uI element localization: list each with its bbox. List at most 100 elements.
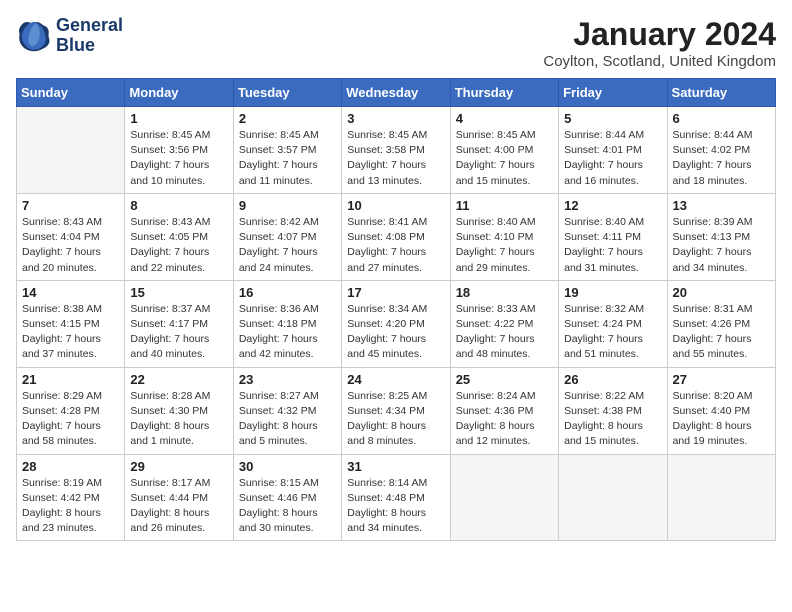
week-row-3: 14 Sunrise: 8:38 AMSunset: 4:15 PMDayligh… (17, 280, 776, 367)
logo-text: GeneralBlue (56, 16, 123, 56)
week-row-2: 7Sunrise: 8:43 AMSunset: 4:04 PMDaylight… (17, 193, 776, 280)
title-block: January 2024 Coylton, Scotland, United K… (543, 16, 776, 70)
weekday-header-saturday: Saturday (667, 79, 775, 107)
day-number: 5 (564, 111, 661, 126)
calendar-cell: 7Sunrise: 8:43 AMSunset: 4:04 PMDaylight… (17, 193, 125, 280)
day-info: Sunrise: 8:24 AMSunset: 4:36 PMDaylight:… (456, 389, 553, 450)
day-number: 19 (564, 285, 661, 300)
calendar-cell: 3 Sunrise: 8:45 AMSunset: 3:58 PMDaylight… (342, 107, 450, 194)
logo-icon (16, 18, 52, 54)
day-info: Sunrise: 8:40 AMSunset: 4:10 PMDaylight:… (456, 215, 553, 276)
day-info: Sunrise: 8:27 AMSunset: 4:32 PMDaylight:… (239, 389, 336, 450)
day-info: Sunrise: 8:43 AMSunset: 4:04 PMDaylight:… (22, 215, 119, 276)
calendar-cell: 20 Sunrise: 8:31 AMSunset: 4:26 PMDayligh… (667, 280, 775, 367)
day-info: Sunrise: 8:31 AMSunset: 4:26 PMDaylight:… (673, 302, 770, 363)
calendar-cell: 8Sunrise: 8:43 AMSunset: 4:05 PMDaylight… (125, 193, 233, 280)
calendar-cell: 22 Sunrise: 8:28 AMSunset: 4:30 PMDayligh… (125, 367, 233, 454)
page-header: GeneralBlue January 2024 Coylton, Scotla… (16, 16, 776, 70)
day-info: Sunrise: 8:45 AMSunset: 4:00 PMDaylight:… (456, 128, 553, 189)
calendar-cell: 25 Sunrise: 8:24 AMSunset: 4:36 PMDayligh… (450, 367, 558, 454)
day-number: 3 (347, 111, 444, 126)
weekday-header-friday: Friday (559, 79, 667, 107)
day-number: 6 (673, 111, 770, 126)
day-number: 18 (456, 285, 553, 300)
calendar-cell: 16 Sunrise: 8:36 AMSunset: 4:18 PMDayligh… (233, 280, 341, 367)
day-number: 13 (673, 198, 770, 213)
weekday-header-wednesday: Wednesday (342, 79, 450, 107)
day-info: Sunrise: 8:42 AMSunset: 4:07 PMDaylight:… (239, 215, 336, 276)
day-number: 14 (22, 285, 119, 300)
day-number: 24 (347, 372, 444, 387)
day-number: 9 (239, 198, 336, 213)
day-info: Sunrise: 8:43 AMSunset: 4:05 PMDaylight:… (130, 215, 227, 276)
day-info: Sunrise: 8:37 AMSunset: 4:17 PMDaylight:… (130, 302, 227, 363)
day-number: 30 (239, 459, 336, 474)
calendar-cell: 21 Sunrise: 8:29 AMSunset: 4:28 PMDayligh… (17, 367, 125, 454)
calendar-cell: 4 Sunrise: 8:45 AMSunset: 4:00 PMDaylight… (450, 107, 558, 194)
day-info: Sunrise: 8:44 AMSunset: 4:02 PMDaylight:… (673, 128, 770, 189)
day-number: 4 (456, 111, 553, 126)
calendar-cell: 2 Sunrise: 8:45 AMSunset: 3:57 PMDaylight… (233, 107, 341, 194)
day-number: 2 (239, 111, 336, 126)
day-info: Sunrise: 8:44 AMSunset: 4:01 PMDaylight:… (564, 128, 661, 189)
calendar-cell: 11 Sunrise: 8:40 AMSunset: 4:10 PMDayligh… (450, 193, 558, 280)
day-info: Sunrise: 8:32 AMSunset: 4:24 PMDaylight:… (564, 302, 661, 363)
calendar-cell: 30 Sunrise: 8:15 AMSunset: 4:46 PMDayligh… (233, 454, 341, 541)
location-title: Coylton, Scotland, United Kingdom (543, 53, 776, 70)
day-number: 21 (22, 372, 119, 387)
day-info: Sunrise: 8:20 AMSunset: 4:40 PMDaylight:… (673, 389, 770, 450)
day-info: Sunrise: 8:22 AMSunset: 4:38 PMDaylight:… (564, 389, 661, 450)
day-number: 17 (347, 285, 444, 300)
day-number: 10 (347, 198, 444, 213)
day-number: 23 (239, 372, 336, 387)
day-number: 11 (456, 198, 553, 213)
calendar-cell: 9 Sunrise: 8:42 AMSunset: 4:07 PMDaylight… (233, 193, 341, 280)
day-info: Sunrise: 8:36 AMSunset: 4:18 PMDaylight:… (239, 302, 336, 363)
day-info: Sunrise: 8:33 AMSunset: 4:22 PMDaylight:… (456, 302, 553, 363)
calendar-cell: 31 Sunrise: 8:14 AMSunset: 4:48 PMDayligh… (342, 454, 450, 541)
month-title: January 2024 (543, 16, 776, 53)
day-info: Sunrise: 8:38 AMSunset: 4:15 PMDaylight:… (22, 302, 119, 363)
day-number: 15 (130, 285, 227, 300)
calendar-cell: 17 Sunrise: 8:34 AMSunset: 4:20 PMDayligh… (342, 280, 450, 367)
day-info: Sunrise: 8:15 AMSunset: 4:46 PMDaylight:… (239, 476, 336, 537)
day-number: 28 (22, 459, 119, 474)
calendar-cell: 6 Sunrise: 8:44 AMSunset: 4:02 PMDaylight… (667, 107, 775, 194)
weekday-header-tuesday: Tuesday (233, 79, 341, 107)
day-info: Sunrise: 8:19 AMSunset: 4:42 PMDaylight:… (22, 476, 119, 537)
day-info: Sunrise: 8:17 AMSunset: 4:44 PMDaylight:… (130, 476, 227, 537)
day-number: 26 (564, 372, 661, 387)
calendar-cell (667, 454, 775, 541)
day-number: 16 (239, 285, 336, 300)
calendar-cell: 29 Sunrise: 8:17 AMSunset: 4:44 PMDayligh… (125, 454, 233, 541)
calendar-cell (450, 454, 558, 541)
calendar-cell: 27 Sunrise: 8:20 AMSunset: 4:40 PMDayligh… (667, 367, 775, 454)
day-number: 31 (347, 459, 444, 474)
weekday-header-monday: Monday (125, 79, 233, 107)
day-info: Sunrise: 8:40 AMSunset: 4:11 PMDaylight:… (564, 215, 661, 276)
calendar-cell: 23 Sunrise: 8:27 AMSunset: 4:32 PMDayligh… (233, 367, 341, 454)
day-info: Sunrise: 8:39 AMSunset: 4:13 PMDaylight:… (673, 215, 770, 276)
day-number: 25 (456, 372, 553, 387)
day-info: Sunrise: 8:45 AMSunset: 3:58 PMDaylight:… (347, 128, 444, 189)
calendar-cell: 5 Sunrise: 8:44 AMSunset: 4:01 PMDaylight… (559, 107, 667, 194)
day-number: 20 (673, 285, 770, 300)
day-info: Sunrise: 8:25 AMSunset: 4:34 PMDaylight:… (347, 389, 444, 450)
day-number: 12 (564, 198, 661, 213)
day-number: 27 (673, 372, 770, 387)
calendar-table: SundayMondayTuesdayWednesdayThursdayFrid… (16, 78, 776, 541)
weekday-header-sunday: Sunday (17, 79, 125, 107)
day-info: Sunrise: 8:28 AMSunset: 4:30 PMDaylight:… (130, 389, 227, 450)
weekday-header-thursday: Thursday (450, 79, 558, 107)
day-number: 29 (130, 459, 227, 474)
day-info: Sunrise: 8:14 AMSunset: 4:48 PMDaylight:… (347, 476, 444, 537)
day-number: 22 (130, 372, 227, 387)
week-row-5: 28 Sunrise: 8:19 AMSunset: 4:42 PMDayligh… (17, 454, 776, 541)
day-info: Sunrise: 8:29 AMSunset: 4:28 PMDaylight:… (22, 389, 119, 450)
day-info: Sunrise: 8:34 AMSunset: 4:20 PMDaylight:… (347, 302, 444, 363)
calendar-cell: 28 Sunrise: 8:19 AMSunset: 4:42 PMDayligh… (17, 454, 125, 541)
calendar-cell: 15 Sunrise: 8:37 AMSunset: 4:17 PMDayligh… (125, 280, 233, 367)
calendar-cell: 1Sunrise: 8:45 AMSunset: 3:56 PMDaylight… (125, 107, 233, 194)
day-info: Sunrise: 8:45 AMSunset: 3:57 PMDaylight:… (239, 128, 336, 189)
calendar-cell: 14 Sunrise: 8:38 AMSunset: 4:15 PMDayligh… (17, 280, 125, 367)
